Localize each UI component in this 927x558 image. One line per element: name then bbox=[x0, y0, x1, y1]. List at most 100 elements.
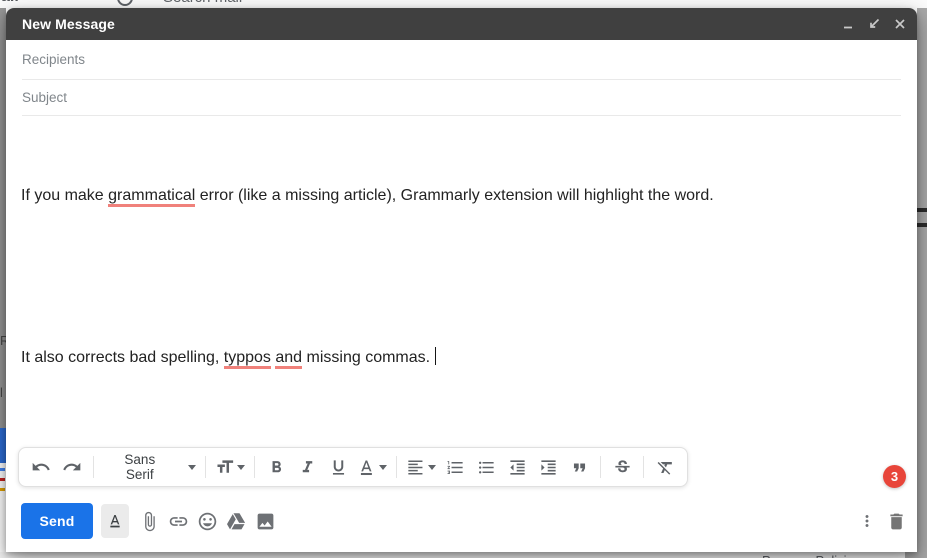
underline-button[interactable] bbox=[324, 452, 352, 482]
toolbar-divider bbox=[396, 456, 398, 478]
align-button[interactable] bbox=[404, 452, 438, 482]
indent-less-button[interactable] bbox=[503, 452, 531, 482]
toolbar-divider bbox=[643, 456, 644, 478]
toolbar-divider bbox=[204, 456, 206, 478]
google-drive-icon bbox=[226, 512, 245, 529]
chevron-down-icon bbox=[237, 464, 246, 470]
subject-placeholder: Subject bbox=[22, 89, 68, 105]
send-button[interactable]: Send bbox=[21, 503, 93, 539]
background-text-fragment: l bbox=[0, 385, 3, 400]
font-family-label: Sans Serif bbox=[124, 452, 156, 482]
background-link-fragment bbox=[0, 478, 5, 481]
redo-icon bbox=[63, 462, 81, 471]
recipients-placeholder: Recipients bbox=[22, 52, 86, 67]
bold-button[interactable] bbox=[262, 452, 290, 482]
body-paragraph: If you make grammatical error (like a mi… bbox=[21, 182, 893, 209]
trash-icon bbox=[889, 513, 903, 529]
insert-photo-button[interactable] bbox=[253, 509, 277, 533]
formatting-options-button[interactable] bbox=[101, 504, 129, 538]
window-controls bbox=[840, 16, 908, 32]
chevron-down-icon bbox=[428, 464, 436, 470]
search-mail-fragment: Search mail bbox=[163, 0, 242, 6]
background-link-fragment bbox=[0, 468, 5, 471]
compose-titlebar[interactable]: New Message bbox=[6, 8, 917, 40]
formatting-options-icon bbox=[110, 515, 120, 528]
body-text: If you make bbox=[21, 187, 109, 204]
toolbar-divider bbox=[93, 456, 94, 478]
search-icon bbox=[117, 0, 133, 6]
grammarly-error-word[interactable]: grammatical bbox=[108, 187, 196, 207]
chevron-down-icon bbox=[379, 464, 388, 470]
body-text: missing commas. bbox=[302, 349, 435, 366]
insert-buttons-row bbox=[137, 509, 277, 533]
recipients-field[interactable]: Recipients bbox=[22, 40, 901, 80]
redo-button[interactable] bbox=[58, 452, 86, 482]
background-divider bbox=[917, 223, 927, 227]
message-body[interactable]: If you make grammatical error (like a mi… bbox=[21, 128, 893, 425]
quote-icon bbox=[573, 463, 585, 471]
link-icon bbox=[169, 516, 187, 526]
remove-formatting-icon bbox=[657, 461, 672, 475]
font-family-button[interactable]: Sans Serif bbox=[101, 452, 198, 482]
body-text: It also corrects bad spelling, bbox=[21, 349, 224, 366]
align-left-icon bbox=[408, 459, 423, 475]
indent-more-icon bbox=[540, 459, 556, 475]
grammarly-error-word[interactable]: typpos bbox=[223, 349, 271, 369]
discard-draft-button[interactable] bbox=[883, 507, 909, 535]
quote-button[interactable] bbox=[565, 452, 593, 482]
screen: ail Search mail R l Program Policies New… bbox=[0, 0, 927, 558]
close-button[interactable] bbox=[892, 16, 908, 32]
text-color-icon bbox=[361, 459, 373, 475]
strikethrough-button[interactable] bbox=[608, 452, 636, 482]
text-cursor bbox=[434, 347, 437, 365]
underline-icon bbox=[332, 459, 344, 475]
body-text: error (like a missing article), Grammarl… bbox=[195, 187, 714, 204]
minimize-button[interactable] bbox=[840, 16, 856, 32]
bulleted-list-icon bbox=[478, 461, 494, 473]
remove-formatting-button[interactable] bbox=[651, 452, 679, 482]
popout-button[interactable] bbox=[866, 16, 882, 32]
background-gmail-header: ail Search mail bbox=[0, 0, 927, 8]
gmail-logo-fragment: ail bbox=[1, 0, 19, 6]
text-color-button[interactable] bbox=[355, 452, 389, 482]
more-vertical-icon bbox=[865, 515, 869, 527]
undo-button[interactable] bbox=[27, 452, 55, 482]
background-link-fragment bbox=[0, 488, 5, 491]
chevron-down-icon bbox=[187, 464, 196, 470]
grammarly-badge[interactable]: 3 bbox=[883, 465, 906, 488]
formatting-toolbar: Sans Serif bbox=[18, 447, 688, 487]
background-footer: Program Policies bbox=[0, 552, 927, 558]
font-size-button[interactable] bbox=[213, 452, 248, 482]
insert-link-button[interactable] bbox=[166, 509, 190, 533]
toolbar-divider bbox=[254, 456, 256, 478]
emoji-icon bbox=[198, 512, 216, 530]
body-blank-line bbox=[21, 263, 893, 290]
subject-field[interactable]: Subject bbox=[22, 79, 901, 116]
numbered-list-button[interactable] bbox=[441, 452, 469, 482]
indent-more-button[interactable] bbox=[534, 452, 562, 482]
grammarly-error-word[interactable]: and bbox=[275, 349, 303, 369]
bold-icon bbox=[272, 460, 281, 472]
numbered-list-icon bbox=[447, 460, 463, 474]
compose-title: New Message bbox=[22, 16, 115, 32]
body-paragraph: It also corrects bad spelling, typpos an… bbox=[21, 344, 893, 371]
background-strip bbox=[905, 552, 927, 558]
minimize-icon bbox=[844, 26, 852, 29]
bulleted-list-button[interactable] bbox=[472, 452, 500, 482]
background-divider bbox=[917, 208, 927, 212]
italic-icon bbox=[302, 460, 313, 472]
insert-emoji-button[interactable] bbox=[195, 509, 219, 533]
insert-drive-button[interactable] bbox=[224, 509, 248, 533]
undo-icon bbox=[32, 462, 50, 471]
strikethrough-icon bbox=[614, 459, 630, 472]
attach-file-button[interactable] bbox=[137, 509, 161, 533]
grammarly-alert-count: 3 bbox=[890, 469, 899, 484]
close-icon bbox=[895, 19, 905, 29]
send-label: Send bbox=[39, 513, 75, 529]
popout-icon bbox=[870, 18, 880, 28]
italic-button[interactable] bbox=[293, 452, 321, 482]
paperclip-icon bbox=[144, 511, 155, 531]
footer-link-fragment: Program Policies bbox=[762, 553, 860, 558]
more-options-button[interactable] bbox=[856, 508, 878, 534]
toolbar-divider bbox=[600, 456, 601, 478]
